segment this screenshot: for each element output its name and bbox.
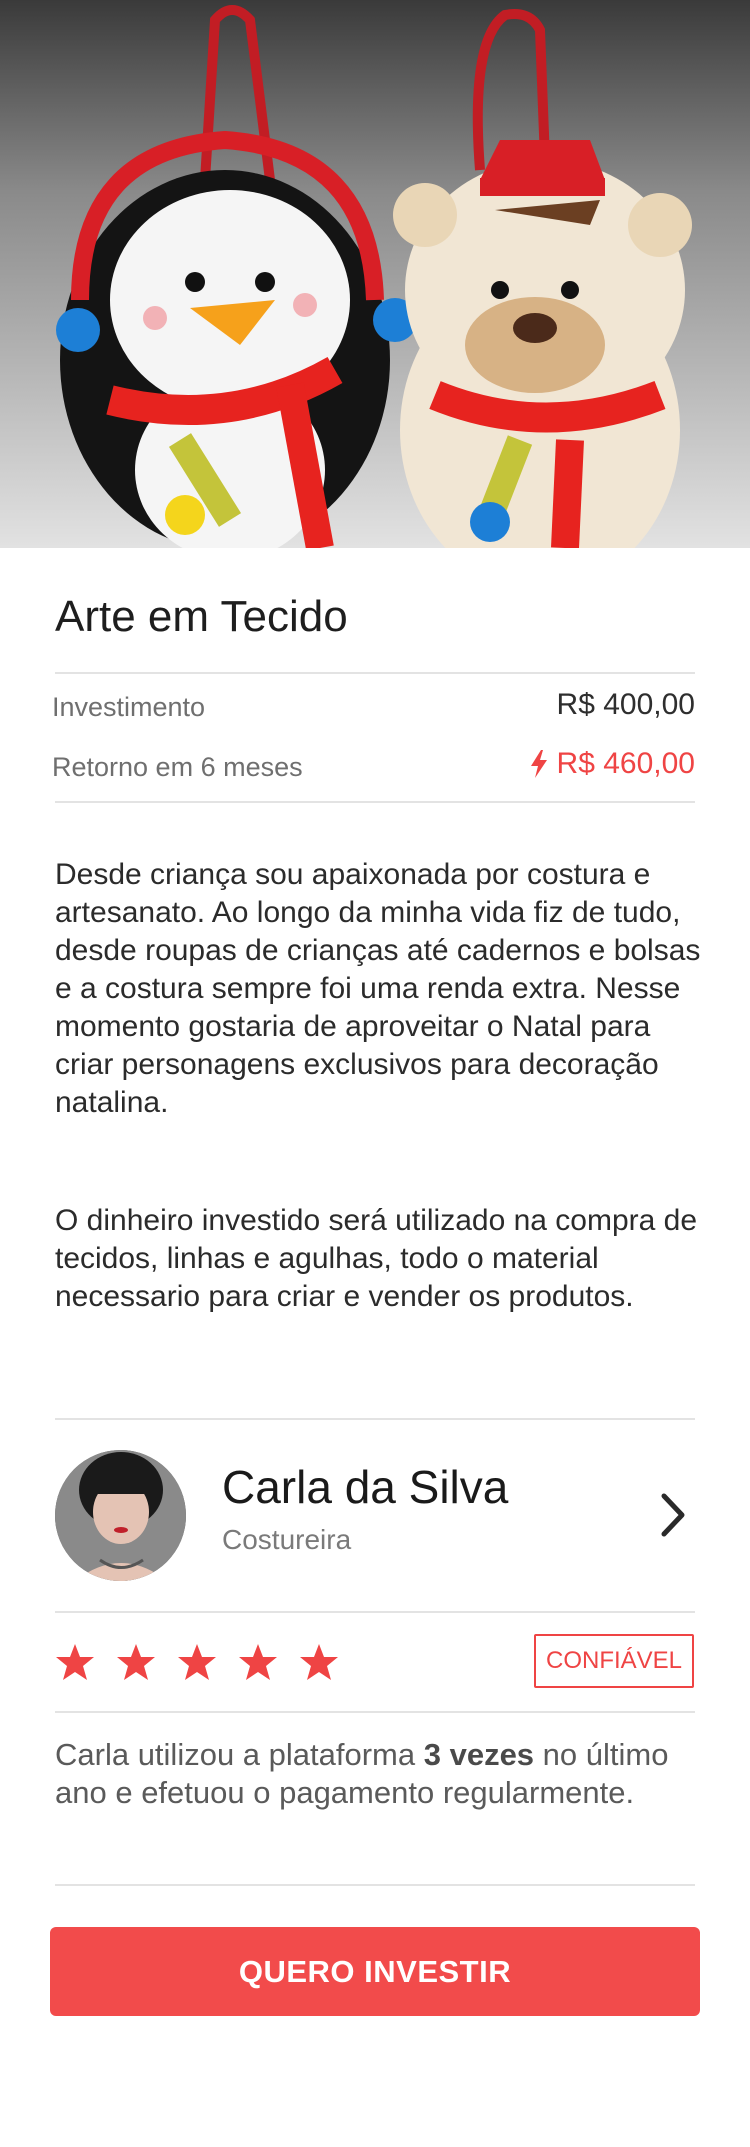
investment-label: Investimento [52,692,206,722]
divider [55,1418,695,1420]
product-image [0,0,750,548]
divider [55,1611,695,1613]
divider [55,801,695,803]
return-value-row: R$ 460,00 [529,747,695,781]
chevron-right-icon[interactable] [654,1490,690,1540]
trust-badge: CONFIÁVEL [534,1634,694,1688]
description-paragraph: O dinheiro investido será utilizado na c… [55,1204,698,1313]
return-value: R$ 460,00 [556,747,695,780]
product-title: Arte em Tecido [55,592,348,641]
lightning-icon [530,750,547,778]
description-paragraph: Desde criança sou apaixonada por costura… [55,858,701,1119]
star-icon [117,1644,155,1680]
owner-name[interactable]: Carla da Silva [222,1460,508,1514]
divider [55,1884,695,1886]
avatar[interactable] [55,1450,186,1581]
invest-button[interactable]: QUERO INVESTIR [50,1927,700,2016]
star-icon [239,1644,277,1680]
divider [55,1711,695,1713]
star-icon [300,1644,338,1680]
star-icon [178,1644,216,1680]
rating-stars [55,1643,339,1681]
owner-role: Costureira [222,1524,352,1555]
trust-text: Carla utilizou a plataforma 3 vezes no ú… [55,1736,695,1812]
investment-value: R$ 400,00 [556,688,695,721]
trust-highlight: 3 vezes [423,1737,535,1772]
divider [55,672,695,674]
star-icon [56,1644,94,1680]
return-label: Retorno em 6 meses [52,752,303,782]
trust-prefix: Carla utilizou a plataforma [55,1737,424,1772]
